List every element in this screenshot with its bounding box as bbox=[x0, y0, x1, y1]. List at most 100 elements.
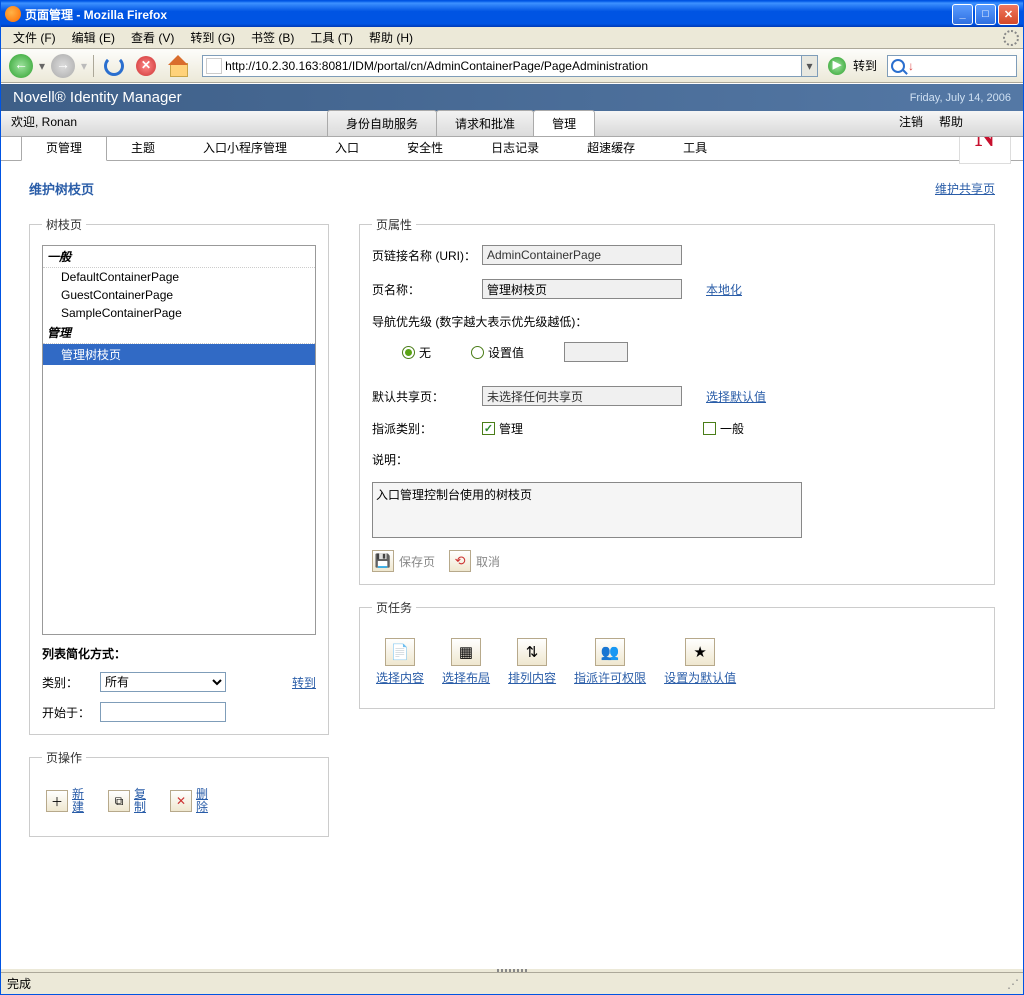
tasks-legend: 页任务 bbox=[372, 599, 416, 616]
subtab-cache[interactable]: 超速缓存 bbox=[563, 135, 659, 160]
throbber-icon bbox=[1003, 30, 1019, 46]
form-fieldset: 页属性 页链接名称 (URI)： 页名称： 本地化 导航优先级 (数字越大表示优… bbox=[359, 216, 995, 585]
task-icon: 📄 bbox=[385, 638, 415, 666]
task-icon: ⇅ bbox=[517, 638, 547, 666]
resize-gripper[interactable]: ⋰ bbox=[1007, 977, 1017, 991]
toptab-identity-self-service[interactable]: 身份自助服务 bbox=[327, 110, 437, 136]
save-button[interactable]: 💾 保存页 bbox=[372, 550, 435, 572]
subtab-portal[interactable]: 入口 bbox=[311, 135, 383, 160]
resize-handle[interactable] bbox=[1, 968, 1023, 972]
forward-icon bbox=[51, 54, 75, 78]
address-dropdown[interactable]: ▾ bbox=[801, 56, 817, 76]
subtab-theme[interactable]: 主题 bbox=[107, 135, 179, 160]
welcome-text: 欢迎, Ronan bbox=[1, 113, 87, 136]
filter-go-link[interactable]: 转到 bbox=[292, 674, 316, 691]
filter-start-input[interactable] bbox=[100, 702, 226, 722]
back-button[interactable] bbox=[7, 52, 35, 80]
ops-fieldset: 页操作 ＋ 新建 ⧉ 复制 ✕ bbox=[29, 749, 329, 837]
tree-legend: 树枝页 bbox=[42, 216, 86, 233]
task-arrange-content[interactable]: ⇅ 排列内容 bbox=[508, 638, 556, 686]
minimize-button[interactable]: _ bbox=[952, 4, 973, 25]
op-delete[interactable]: ✕ 删除 bbox=[170, 788, 210, 814]
tree-item[interactable]: SampleContainerPage bbox=[43, 304, 315, 322]
address-bar[interactable]: ▾ bbox=[202, 55, 818, 77]
forward-dropdown[interactable]: ▾ bbox=[81, 59, 87, 73]
tree-fieldset: 树枝页 一般 DefaultContainerPage GuestContain… bbox=[29, 216, 329, 735]
filter-start-label: 开始于： bbox=[42, 704, 94, 721]
cancel-button[interactable]: ⟲ 取消 bbox=[449, 550, 500, 572]
menubar: 文件 (F) 编辑 (E) 查看 (V) 转到 (G) 书签 (B) 工具 (T… bbox=[1, 27, 1023, 49]
toptab-admin[interactable]: 管理 bbox=[533, 110, 595, 136]
toolbar: ▾ ▾ ✕ ▾ ▶ 转到 ↓ bbox=[1, 49, 1023, 83]
subtab-log[interactable]: 日志记录 bbox=[467, 135, 563, 160]
menu-file[interactable]: 文件 (F) bbox=[5, 27, 64, 48]
link-select-default[interactable]: 选择默认值 bbox=[706, 388, 766, 405]
desc-textarea[interactable]: 入口管理控制台使用的树枝页 bbox=[372, 482, 802, 538]
subtab-security[interactable]: 安全性 bbox=[383, 135, 467, 160]
toptab-requests-approvals[interactable]: 请求和批准 bbox=[436, 110, 534, 136]
task-select-layout[interactable]: ▦ 选择布局 bbox=[442, 638, 490, 686]
link-localize[interactable]: 本地化 bbox=[706, 281, 742, 298]
reload-button[interactable] bbox=[100, 52, 128, 80]
new-icon: ＋ bbox=[46, 790, 68, 812]
welcome-row: 欢迎, Ronan 身份自助服务 请求和批准 管理 注销 帮助 bbox=[1, 111, 1023, 137]
save-icon: 💾 bbox=[372, 550, 394, 572]
radio-none[interactable]: 无 bbox=[402, 344, 431, 361]
go-label: 转到 bbox=[853, 57, 877, 74]
menu-help[interactable]: 帮助 (H) bbox=[361, 27, 421, 48]
go-button[interactable]: ▶ bbox=[828, 57, 846, 75]
name-label: 页名称： bbox=[372, 281, 482, 298]
home-icon bbox=[167, 55, 189, 77]
radio-icon bbox=[471, 346, 484, 359]
tree-item[interactable]: DefaultContainerPage bbox=[43, 268, 315, 286]
menu-tools[interactable]: 工具 (T) bbox=[302, 27, 361, 48]
url-input[interactable] bbox=[225, 57, 801, 75]
stop-button[interactable]: ✕ bbox=[132, 52, 160, 80]
checkbox-icon bbox=[703, 422, 716, 435]
main-body: 维护树枝页 维护共享页 树枝页 一般 DefaultContainerPage … bbox=[1, 161, 1023, 968]
tree-list[interactable]: 一般 DefaultContainerPage GuestContainerPa… bbox=[42, 245, 316, 635]
menu-bookmarks[interactable]: 书签 (B) bbox=[243, 27, 302, 48]
op-new[interactable]: ＋ 新建 bbox=[46, 788, 86, 814]
filter-category-select[interactable]: 所有 bbox=[100, 672, 226, 692]
stop-icon: ✕ bbox=[136, 56, 156, 76]
reload-icon bbox=[104, 56, 124, 76]
menu-edit[interactable]: 编辑 (E) bbox=[64, 27, 123, 48]
app-brand: Novell® Identity Manager bbox=[13, 89, 182, 106]
titlebar[interactable]: 页面管理 - Mozilla Firefox _ □ ✕ bbox=[1, 1, 1023, 27]
search-icon bbox=[891, 59, 905, 73]
checkbox-general[interactable]: 一般 bbox=[703, 420, 744, 437]
page-icon bbox=[206, 58, 222, 74]
window-title: 页面管理 - Mozilla Firefox bbox=[25, 6, 952, 23]
subtab-page-admin[interactable]: 页管理 bbox=[21, 134, 107, 161]
maximize-button[interactable]: □ bbox=[975, 4, 996, 25]
back-dropdown[interactable]: ▾ bbox=[39, 59, 45, 73]
subtab-tools[interactable]: 工具 bbox=[659, 135, 731, 160]
task-set-default[interactable]: ★ 设置为默认值 bbox=[664, 638, 736, 686]
task-assign-permissions[interactable]: 👥 指派许可权限 bbox=[574, 638, 646, 686]
copy-icon: ⧉ bbox=[108, 790, 130, 812]
link-logout[interactable]: 注销 bbox=[899, 113, 923, 130]
priority-input[interactable] bbox=[564, 342, 628, 362]
radio-icon bbox=[402, 346, 415, 359]
filter-title: 列表简化方式： bbox=[42, 645, 316, 662]
search-box[interactable]: ↓ bbox=[887, 55, 1017, 77]
tree-item-selected[interactable]: 管理树枝页 bbox=[43, 344, 315, 365]
tree-group-admin: 管理 bbox=[43, 322, 315, 344]
cancel-icon: ⟲ bbox=[449, 550, 471, 572]
uri-label: 页链接名称 (URI)： bbox=[372, 247, 482, 264]
ops-legend: 页操作 bbox=[42, 749, 86, 766]
task-select-content[interactable]: 📄 选择内容 bbox=[376, 638, 424, 686]
link-help[interactable]: 帮助 bbox=[939, 113, 963, 130]
link-maintain-shared[interactable]: 维护共享页 bbox=[935, 180, 995, 197]
name-input[interactable] bbox=[482, 279, 682, 299]
menu-go[interactable]: 转到 (G) bbox=[182, 27, 243, 48]
subtab-portlet-admin[interactable]: 入口小程序管理 bbox=[179, 135, 311, 160]
home-button[interactable] bbox=[164, 52, 192, 80]
tree-item[interactable]: GuestContainerPage bbox=[43, 286, 315, 304]
menu-view[interactable]: 查看 (V) bbox=[123, 27, 182, 48]
radio-set-value[interactable]: 设置值 bbox=[471, 344, 524, 361]
close-button[interactable]: ✕ bbox=[998, 4, 1019, 25]
op-copy[interactable]: ⧉ 复制 bbox=[108, 788, 148, 814]
checkbox-admin[interactable]: ✓ 管理 bbox=[482, 420, 523, 437]
